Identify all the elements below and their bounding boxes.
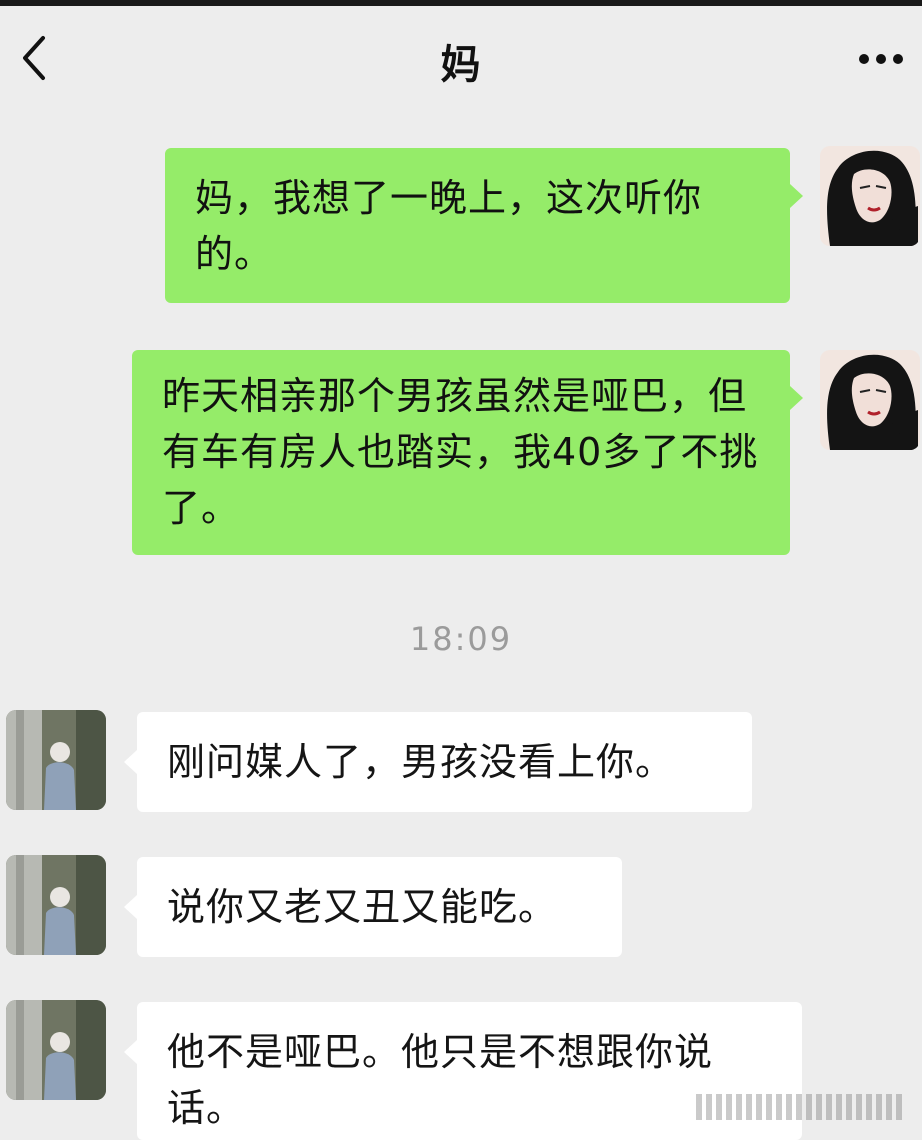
more-dots-icon [859, 54, 903, 64]
person-photo-icon [6, 855, 106, 955]
message-bubble-received[interactable]: 刚问媒人了，男孩没看上你。 [137, 712, 752, 812]
message-text: 刚问媒人了，男孩没看上你。 [167, 740, 675, 784]
bubble-tail [124, 895, 137, 919]
person-photo-icon [6, 1000, 106, 1100]
contact-avatar[interactable] [6, 855, 106, 955]
contact-avatar[interactable] [6, 710, 106, 810]
bubble-tail [790, 386, 803, 410]
bubble-tail [124, 750, 137, 774]
bubble-tail [790, 184, 803, 208]
watermark-strip [696, 1094, 906, 1120]
message-bubble-sent[interactable]: 昨天相亲那个男孩虽然是哑巴，但有车有房人也踏实，我40多了不挑了。 [132, 350, 790, 555]
more-button[interactable] [856, 42, 906, 76]
bubble-tail [124, 1040, 137, 1064]
message-text: 他不是哑巴。他只是不想跟你说话。 [167, 1030, 714, 1130]
contact-avatar[interactable] [6, 1000, 106, 1100]
message-timestamp: 18:09 [409, 620, 513, 658]
person-photo-icon [6, 710, 106, 810]
chat-header: 妈 [0, 6, 922, 106]
message-bubble-received[interactable]: 说你又老又丑又能吃。 [137, 857, 622, 957]
woman-portrait-icon [820, 146, 920, 246]
message-text: 妈，我想了一晚上，这次听你的。 [195, 176, 703, 276]
user-avatar[interactable] [820, 146, 920, 246]
chat-title: 妈 [440, 42, 482, 88]
message-text: 说你又老又丑又能吃。 [167, 885, 558, 929]
user-avatar[interactable] [820, 350, 920, 450]
message-bubble-sent[interactable]: 妈，我想了一晚上，这次听你的。 [165, 148, 790, 303]
woman-portrait-icon [820, 350, 920, 450]
message-text: 昨天相亲那个男孩虽然是哑巴，但有车有房人也踏实，我40多了不挑了。 [162, 374, 759, 530]
